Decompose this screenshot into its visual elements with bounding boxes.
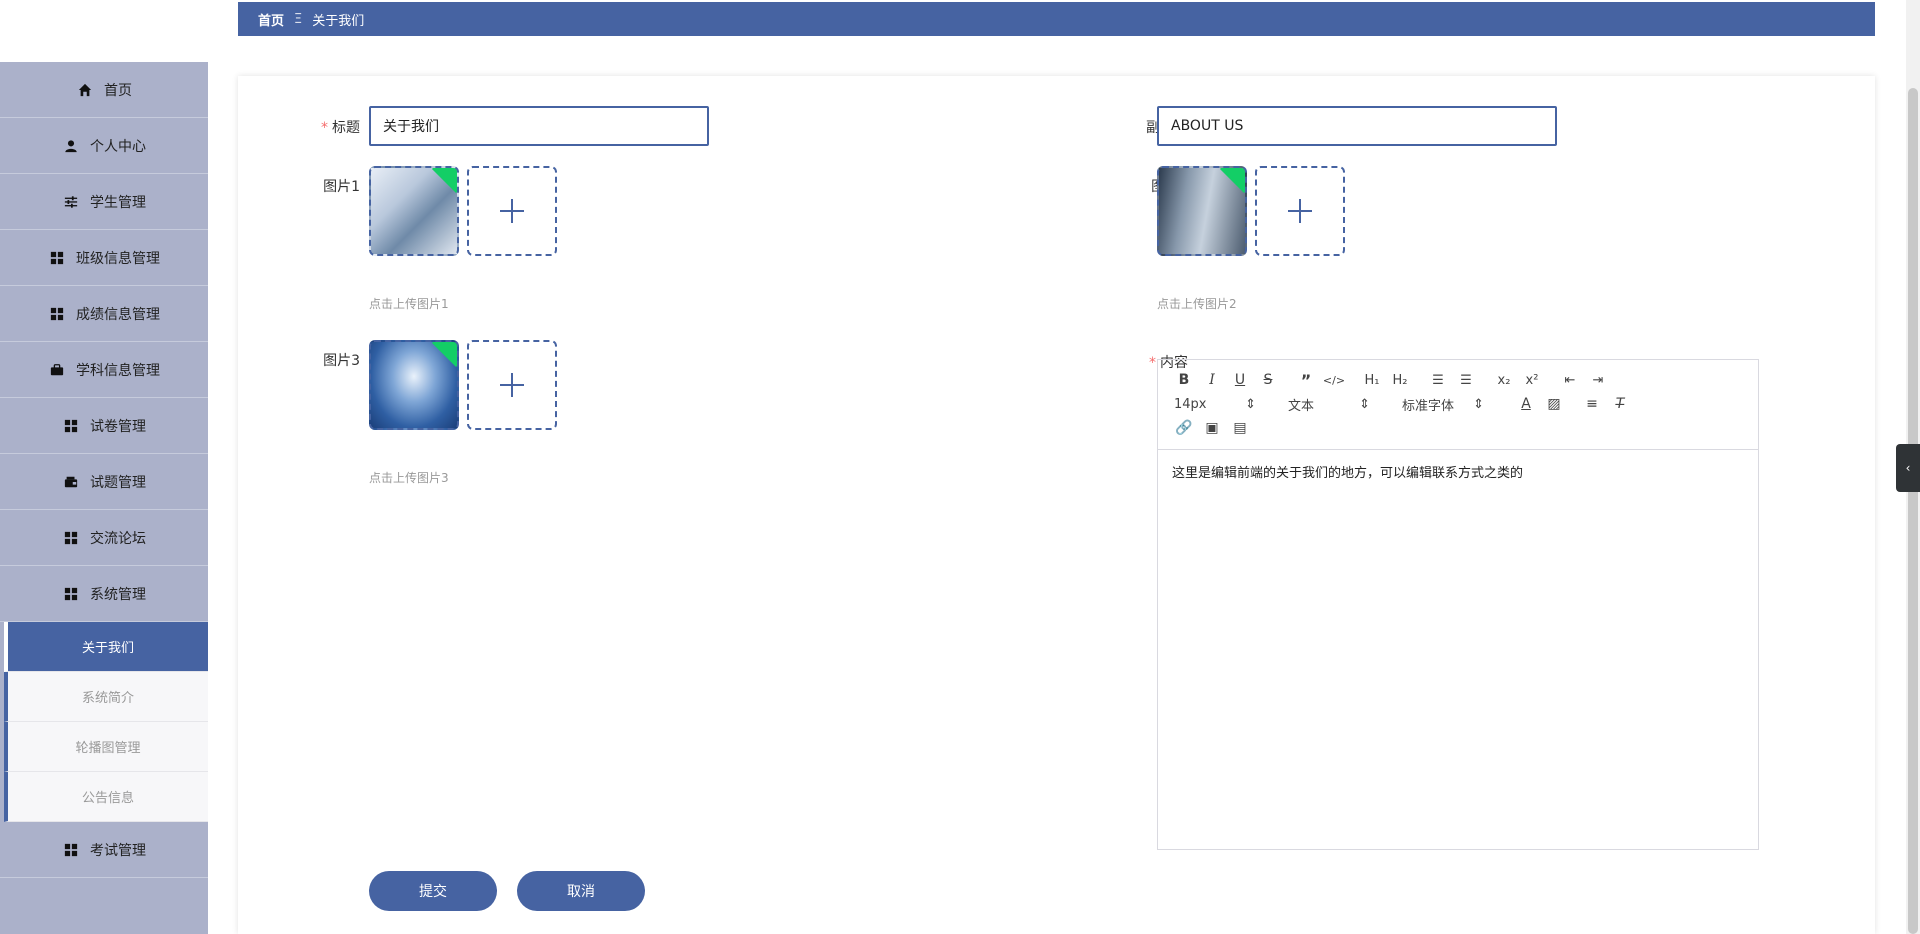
form-panel: *标题 关于我们 副标题 ABOUT US 图片1 点击上传图片1 图片2 点击…: [238, 76, 1875, 934]
rich-text-editor: B I U S ” </> H₁ H₂ ☰ ☰ x₂ x² ⇤ ⇥ 14px ⇕…: [1157, 359, 1759, 850]
grid-icon: [62, 585, 80, 603]
sidebar-item-label: 班级信息管理: [76, 250, 160, 267]
editor-toolbar: B I U S ” </> H₁ H₂ ☰ ☰ x₂ x² ⇤ ⇥ 14px ⇕…: [1158, 360, 1758, 450]
sidebar-subitem-system-intro[interactable]: 系统简介: [4, 672, 208, 722]
image1-hint: 点击上传图片1: [369, 297, 449, 311]
bullet-list-icon[interactable]: ☰: [1452, 368, 1480, 392]
uploaded-badge-icon: [1219, 168, 1245, 194]
plus-icon: [1288, 199, 1312, 223]
title-input[interactable]: 关于我们: [369, 106, 709, 146]
grid-icon: [48, 249, 66, 267]
superscript-icon[interactable]: x²: [1518, 368, 1546, 392]
heading2-icon[interactable]: H₂: [1386, 368, 1414, 392]
sidebar-item-label: 学生管理: [90, 194, 146, 211]
font-size-select[interactable]: 14px ⇕: [1170, 397, 1260, 412]
select-arrows-icon: ⇕: [1473, 396, 1484, 412]
italic-icon[interactable]: I: [1198, 368, 1226, 392]
grid-icon: [62, 841, 80, 859]
image-icon[interactable]: ▣: [1198, 416, 1226, 440]
font-family-select[interactable]: 标准字体 ⇕: [1398, 395, 1488, 414]
home-icon: [76, 81, 94, 99]
select-arrows-icon: ⇕: [1245, 396, 1256, 412]
sidebar-subitem-about-us[interactable]: 关于我们: [4, 622, 208, 672]
outdent-icon[interactable]: ⇤: [1556, 368, 1584, 392]
grid-icon: [62, 529, 80, 547]
chevron-left-icon: ‹: [1905, 461, 1911, 475]
uploaded-badge-icon: [431, 168, 457, 194]
sidebar-item-home[interactable]: 首页: [0, 62, 208, 118]
image3-label: 图片3: [323, 353, 360, 369]
plus-icon: [500, 373, 524, 397]
sidebar-item-papers[interactable]: 试卷管理: [0, 398, 208, 454]
select-arrows-icon: ⇕: [1359, 396, 1370, 412]
image1-upload-button[interactable]: [467, 166, 557, 256]
blockquote-icon[interactable]: ”: [1292, 368, 1320, 392]
underline-icon[interactable]: U: [1226, 368, 1254, 392]
sidebar-item-exams[interactable]: 考试管理: [0, 822, 208, 878]
heading1-icon[interactable]: H₁: [1358, 368, 1386, 392]
sidebar-item-class-info[interactable]: 班级信息管理: [0, 230, 208, 286]
image3-hint: 点击上传图片3: [369, 471, 449, 485]
sidebar-item-profile[interactable]: 个人中心: [0, 118, 208, 174]
sidebar-item-questions[interactable]: 试题管理: [0, 454, 208, 510]
breadcrumb-current: 关于我们: [312, 13, 365, 29]
sidebar: 首页 个人中心 学生管理 班级信息管理 成绩信息管理 学科信息管理 试卷管理 试…: [0, 62, 208, 934]
subtitle-input[interactable]: ABOUT US: [1157, 106, 1557, 146]
block-type-select[interactable]: 文本 ⇕: [1284, 395, 1374, 414]
sidebar-item-label: 系统管理: [90, 586, 146, 603]
sidebar-item-grade-info[interactable]: 成绩信息管理: [0, 286, 208, 342]
code-icon[interactable]: </>: [1320, 368, 1348, 392]
bold-icon[interactable]: B: [1170, 368, 1198, 392]
indent-icon[interactable]: ⇥: [1584, 368, 1612, 392]
image3-thumbnail[interactable]: [369, 340, 459, 430]
sidebar-item-system[interactable]: 系统管理: [0, 566, 208, 622]
briefcase-icon: [48, 361, 66, 379]
uploaded-badge-icon: [431, 342, 457, 368]
sidebar-item-label: 试题管理: [90, 474, 146, 491]
image2-upload-button[interactable]: [1255, 166, 1345, 256]
cancel-button[interactable]: 取消: [517, 871, 645, 911]
font-color-icon[interactable]: A: [1512, 392, 1540, 416]
collapse-panel-button[interactable]: ‹: [1896, 444, 1920, 492]
ordered-list-icon[interactable]: ☰: [1424, 368, 1452, 392]
video-icon[interactable]: ▤: [1226, 416, 1254, 440]
clear-format-icon[interactable]: T̶: [1606, 392, 1634, 416]
grid-icon: [48, 305, 66, 323]
image2-thumbnail[interactable]: [1157, 166, 1247, 256]
sidebar-item-forum[interactable]: 交流论坛: [0, 510, 208, 566]
title-label: * 标题: [321, 120, 360, 136]
sidebar-subitem-carousel[interactable]: 轮播图管理: [4, 722, 208, 772]
image3-upload-button[interactable]: [467, 340, 557, 430]
sidebar-subitem-announcements[interactable]: 公告信息: [4, 772, 208, 822]
grid-icon: [62, 417, 80, 435]
link-icon[interactable]: 🔗: [1170, 416, 1198, 440]
sidebar-item-students[interactable]: 学生管理: [0, 174, 208, 230]
background-color-icon[interactable]: ▨: [1540, 392, 1568, 416]
sidebar-item-label: 交流论坛: [90, 530, 146, 547]
image2-hint: 点击上传图片2: [1157, 297, 1237, 311]
editor-content[interactable]: 这里是编辑前端的关于我们的地方，可以编辑联系方式之类的: [1158, 450, 1758, 493]
user-icon: [62, 137, 80, 155]
sidebar-item-label: 个人中心: [90, 138, 146, 155]
align-left-icon[interactable]: ≡: [1578, 392, 1606, 416]
image1-label: 图片1: [323, 179, 360, 195]
sidebar-item-label: 考试管理: [90, 842, 146, 859]
plus-icon: [500, 199, 524, 223]
sidebar-item-label: 学科信息管理: [76, 362, 160, 379]
sidebar-item-label: 首页: [104, 82, 132, 99]
subscript-icon[interactable]: x₂: [1490, 368, 1518, 392]
breadcrumb-home[interactable]: 首页: [258, 10, 284, 29]
submit-button[interactable]: 提交: [369, 871, 497, 911]
breadcrumb-separator: Ξ: [294, 11, 303, 27]
strikethrough-icon[interactable]: S: [1254, 368, 1282, 392]
sidebar-item-subject-info[interactable]: 学科信息管理: [0, 342, 208, 398]
breadcrumb: 首页 Ξ 关于我们: [238, 2, 1875, 36]
image1-thumbnail[interactable]: [369, 166, 459, 256]
wallet-icon: [62, 473, 80, 491]
sliders-icon: [62, 193, 80, 211]
sidebar-item-label: 试卷管理: [90, 418, 146, 435]
scrollbar-thumb[interactable]: [1908, 88, 1918, 934]
sidebar-item-label: 成绩信息管理: [76, 306, 160, 323]
